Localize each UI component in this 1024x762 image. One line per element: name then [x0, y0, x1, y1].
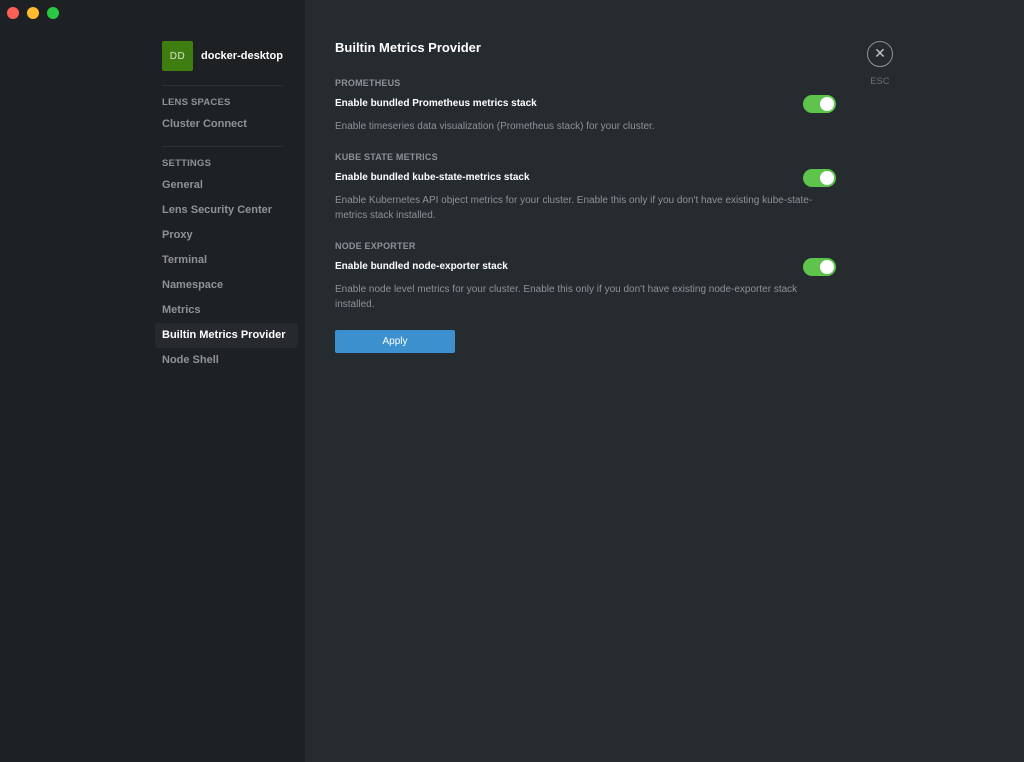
settings-nav: LENS SPACES Cluster Connect SETTINGS Gen… [155, 85, 298, 373]
sidebar-item-metrics[interactable]: Metrics [155, 298, 298, 323]
cluster-name: docker-desktop [201, 50, 283, 62]
toggle-knob [820, 97, 834, 111]
prometheus-toggle-label: Enable bundled Prometheus metrics stack [335, 98, 537, 109]
apply-button[interactable]: Apply [335, 330, 455, 353]
divider [162, 146, 283, 147]
node-exporter-toggle[interactable] [803, 258, 836, 276]
cluster-header: DD docker-desktop [162, 41, 283, 71]
close-window-button[interactable] [7, 7, 19, 19]
sidebar-item-proxy[interactable]: Proxy [155, 223, 298, 248]
toggle-knob [820, 260, 834, 274]
group-title-prometheus: PROMETHEUS [335, 78, 401, 88]
sidebar-item-node-shell[interactable]: Node Shell [155, 348, 298, 373]
kube-state-metrics-toggle[interactable] [803, 169, 836, 187]
sidebar: DD docker-desktop LENS SPACES Cluster Co… [0, 0, 305, 762]
page-title: Builtin Metrics Provider [335, 40, 481, 55]
sidebar-item-lens-security-center[interactable]: Lens Security Center [155, 198, 298, 223]
node-exporter-toggle-label: Enable bundled node-exporter stack [335, 261, 508, 272]
prometheus-toggle[interactable] [803, 95, 836, 113]
esc-label: ESC [870, 76, 890, 86]
maximize-window-button[interactable] [47, 7, 59, 19]
kube-state-metrics-description: Enable Kubernetes API object metrics for… [335, 195, 813, 221]
node-exporter-description: Enable node level metrics for your clust… [335, 284, 798, 310]
cluster-avatar: DD [162, 41, 193, 71]
sidebar-item-namespace[interactable]: Namespace [155, 273, 298, 298]
sidebar-item-cluster-connect[interactable]: Cluster Connect [155, 112, 298, 137]
window-controls [7, 7, 59, 19]
toggle-knob [820, 171, 834, 185]
section-title-settings: SETTINGS [162, 158, 212, 169]
app-window: DD docker-desktop LENS SPACES Cluster Co… [0, 0, 1024, 762]
sidebar-item-builtin-metrics-provider[interactable]: Builtin Metrics Provider [155, 323, 298, 348]
minimize-window-button[interactable] [27, 7, 39, 19]
section-title-lens-spaces: LENS SPACES [162, 97, 231, 108]
sidebar-item-general[interactable]: General [155, 173, 298, 198]
main-content: Builtin Metrics Provider ✕ ESC PROMETHEU… [305, 0, 1024, 762]
group-title-node-exporter: NODE EXPORTER [335, 241, 416, 251]
close-icon[interactable]: ✕ [867, 41, 893, 67]
group-title-kube-state-metrics: KUBE STATE METRICS [335, 152, 438, 162]
sidebar-item-terminal[interactable]: Terminal [155, 248, 298, 273]
prometheus-description: Enable timeseries data visualization (Pr… [335, 121, 655, 132]
close-control: ✕ ESC [867, 41, 893, 86]
kube-state-metrics-toggle-label: Enable bundled kube-state-metrics stack [335, 172, 530, 183]
divider [162, 85, 283, 86]
